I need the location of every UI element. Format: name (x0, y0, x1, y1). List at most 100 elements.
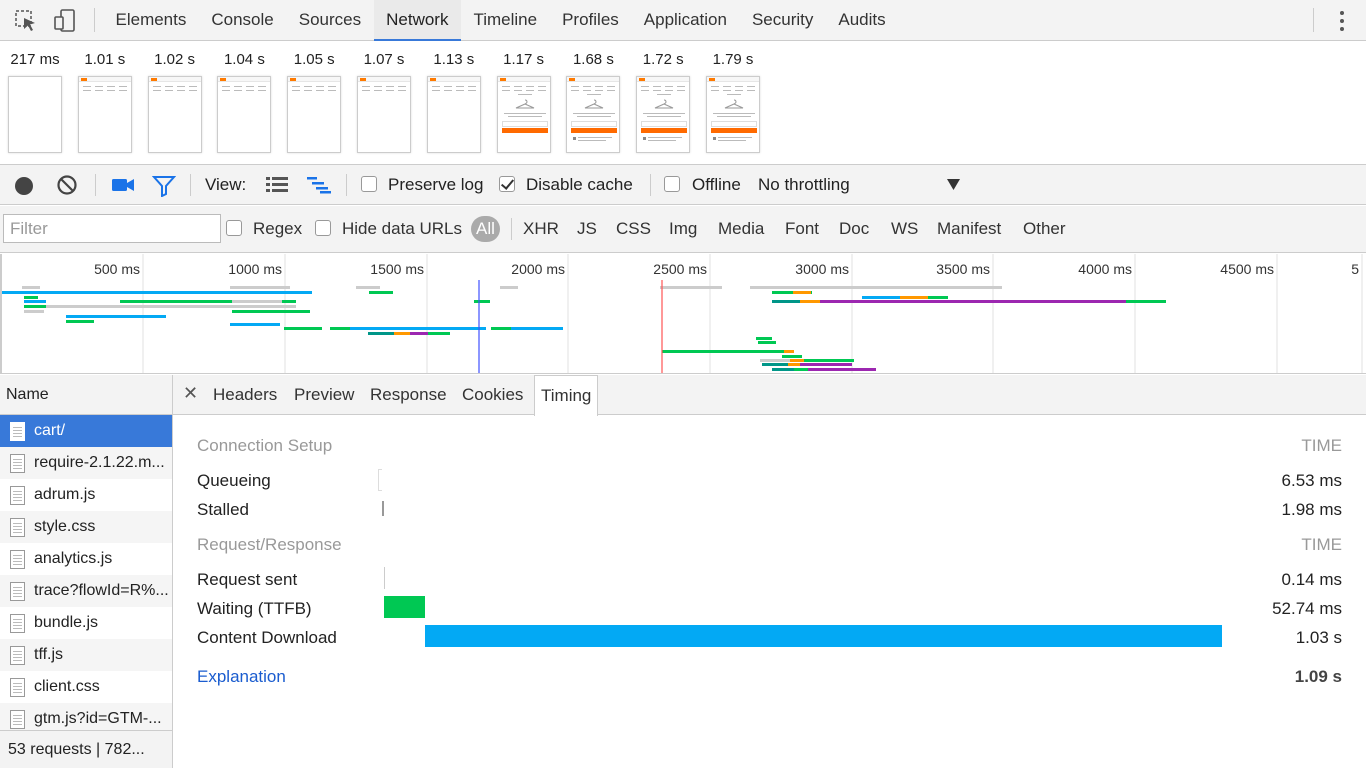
request-name: tff.js (34, 646, 64, 663)
filter-type-other[interactable]: Other (1023, 218, 1066, 240)
frame-thumbnail (566, 76, 621, 153)
overview-request-bar (284, 327, 322, 330)
tab-response[interactable]: Response (370, 375, 447, 415)
detail-tabs: ✕ Headers Preview Response Cookies Timin… (173, 375, 1366, 416)
overview-request-bar (758, 341, 776, 344)
filter-type-ws[interactable]: WS (891, 218, 918, 240)
view-label: View: (205, 175, 247, 194)
filter-type-img[interactable]: Img (669, 218, 697, 240)
tab-elements[interactable]: Elements (103, 0, 199, 41)
filmstrip-frame[interactable]: 1.13 s (426, 41, 482, 153)
overview-request-bar (772, 300, 800, 303)
preserve-log-checkbox[interactable] (361, 176, 377, 192)
capture-screenshots-icon[interactable] (111, 175, 135, 195)
filmstrip: 217 ms 1.01 s 1.02 s 1.04 s 1.05 s 1.07 s 1.13… (0, 41, 1366, 165)
file-icon (10, 518, 25, 537)
frame-time: 1.68 s (572, 51, 614, 68)
tab-headers[interactable]: Headers (213, 375, 277, 415)
network-overview[interactable]: 500 ms 1000 ms 1500 ms 2000 ms 2500 ms 3000 m… (0, 254, 1366, 374)
filmstrip-frame[interactable]: 217 ms (7, 41, 63, 153)
filter-input[interactable] (3, 214, 221, 243)
filter-type-font[interactable]: Font (785, 218, 819, 240)
filter-type-css[interactable]: CSS (616, 218, 651, 240)
filmstrip-frame[interactable]: 1.04 s (216, 41, 272, 153)
filmstrip-frame[interactable]: 1.05 s (286, 41, 342, 153)
request-row[interactable]: adrum.js (0, 479, 172, 511)
tab-cookies[interactable]: Cookies (462, 375, 523, 415)
overview-request-bar (784, 350, 794, 353)
request-row[interactable]: cart/ (0, 415, 172, 447)
overview-tick-label: 1500 ms (370, 261, 424, 277)
timing-label-queueing: Queueing (197, 471, 271, 490)
inspect-element-icon[interactable] (13, 8, 39, 34)
overview-request-bar (230, 323, 280, 326)
tab-network[interactable]: Network (373, 0, 461, 41)
explanation-link[interactable]: Explanation (197, 667, 286, 687)
time-column-header: TIME (1301, 436, 1342, 455)
filter-type-manifest[interactable]: Manifest (937, 218, 1001, 240)
request-name: analytics.js (34, 550, 113, 567)
request-row[interactable]: style.css (0, 511, 172, 543)
regex-checkbox[interactable] (226, 220, 242, 236)
filmstrip-frame[interactable]: 1.02 s (147, 41, 203, 153)
overview-view-icon[interactable] (306, 175, 332, 195)
file-icon (10, 582, 25, 601)
overview-request-bar (804, 359, 854, 362)
overview-tick-label: 5 (1351, 261, 1359, 277)
overview-tick-label: 4500 ms (1220, 261, 1274, 277)
tab-profiles[interactable]: Profiles (550, 0, 632, 41)
filter-icon[interactable] (152, 175, 176, 197)
tab-application[interactable]: Application (631, 0, 739, 41)
more-options-icon[interactable] (1336, 10, 1348, 32)
filmstrip-frame[interactable]: 1.17 s (496, 41, 552, 153)
filter-type-js[interactable]: JS (577, 218, 597, 240)
request-row[interactable]: bundle.js (0, 607, 172, 639)
filmstrip-frame[interactable]: 1.07 s (356, 41, 412, 153)
request-row[interactable]: require-2.1.22.m... (0, 447, 172, 479)
request-row[interactable]: tff.js (0, 639, 172, 671)
overview-request-bar (800, 300, 820, 303)
list-view-icon[interactable] (265, 175, 289, 195)
timing-bar-content-download (425, 625, 1222, 647)
file-icon (10, 550, 25, 569)
request-row[interactable]: trace?flowId=R%... (0, 575, 172, 607)
file-icon (10, 646, 25, 665)
tab-preview[interactable]: Preview (294, 375, 354, 415)
tab-timing[interactable]: Timing (534, 375, 599, 416)
filmstrip-frame[interactable]: 1.72 s (635, 41, 691, 153)
close-icon[interactable]: ✕ (183, 383, 198, 404)
overview-request-bar (428, 332, 450, 335)
filmstrip-frame[interactable]: 1.68 s (565, 41, 621, 153)
clear-icon[interactable] (56, 174, 78, 196)
overview-request-bar (2, 291, 312, 294)
overview-timeline: 500 ms 1000 ms 1500 ms 2000 ms 2500 ms 3000 m… (0, 254, 1363, 373)
frame-thumbnail (77, 76, 132, 153)
throttling-select[interactable]: No throttling (758, 165, 968, 205)
overview-border (0, 254, 2, 373)
name-column-header[interactable]: Name (0, 375, 172, 415)
filter-type-xhr[interactable]: XHR (523, 218, 559, 240)
hide-data-urls-checkbox[interactable] (315, 220, 331, 236)
overview-request-bar (368, 332, 394, 335)
disable-cache-checkbox[interactable] (499, 176, 515, 192)
network-toolbar: View: Preserve log Disable cache Offline… (0, 165, 1366, 205)
request-row[interactable]: client.css (0, 671, 172, 703)
filter-type-all[interactable]: All (471, 216, 500, 242)
tab-audits[interactable]: Audits (826, 0, 898, 41)
device-toolbar-icon[interactable] (52, 8, 78, 34)
requests-summary: 53 requests | 782... (0, 730, 172, 768)
filter-type-doc[interactable]: Doc (839, 218, 869, 240)
tab-security[interactable]: Security (739, 0, 825, 41)
overview-tick-label: 2000 ms (511, 261, 565, 277)
offline-checkbox[interactable] (664, 176, 680, 192)
filmstrip-frame[interactable]: 1.01 s (77, 41, 133, 153)
tab-timeline[interactable]: Timeline (461, 0, 550, 41)
filter-type-media[interactable]: Media (718, 218, 764, 240)
request-name: client.css (34, 678, 100, 695)
request-row[interactable]: analytics.js (0, 543, 172, 575)
tab-sources[interactable]: Sources (286, 0, 373, 41)
tab-console[interactable]: Console (199, 0, 286, 41)
filmstrip-frame[interactable]: 1.79 s (705, 41, 761, 153)
record-icon[interactable] (13, 175, 35, 197)
overview-request-bar (900, 296, 928, 299)
